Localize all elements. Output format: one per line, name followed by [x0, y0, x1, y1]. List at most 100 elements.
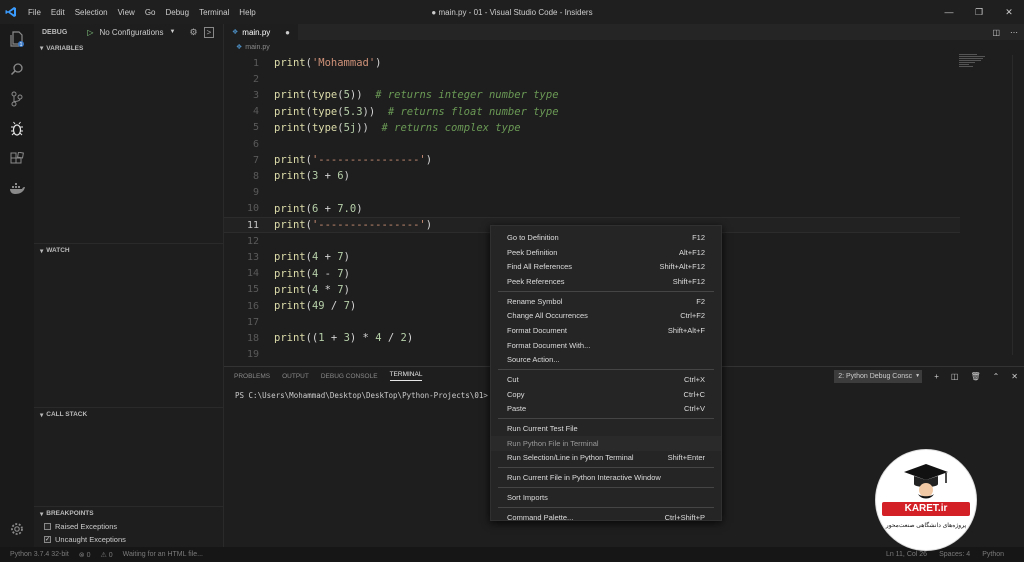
code-text[interactable]: print('----------------') [274, 219, 432, 231]
menu-item-source-action[interactable]: Source Action... [491, 353, 721, 368]
menu-item-paste[interactable]: Paste Ctrl+V [491, 402, 721, 417]
minimap[interactable] [959, 54, 989, 74]
code-line[interactable]: 4 print(type(5.3)) # returns float number… [224, 104, 960, 120]
callstack-section-header[interactable]: ▾ CALL STACK [34, 407, 223, 421]
minimize-icon[interactable]: — [934, 0, 964, 24]
code-text[interactable]: print('Mohammad') [274, 57, 381, 69]
restore-icon[interactable]: ❐ [964, 0, 994, 24]
trash-icon[interactable]: 🗑 [970, 372, 980, 381]
tab-main-py[interactable]: ❖ main.py ● [224, 24, 298, 40]
code-line[interactable]: 6 [224, 136, 960, 152]
menu-debug[interactable]: Debug [165, 8, 189, 17]
menu-item-sort-imports[interactable]: Sort Imports [491, 490, 721, 505]
code-text[interactable]: print(4 * 7) [274, 284, 350, 296]
menu-separator [498, 418, 714, 420]
vertical-scrollbar[interactable] [1012, 55, 1024, 355]
code-line[interactable]: 5 print(type(5j)) # returns complex type [224, 120, 960, 136]
terminal-prompt[interactable]: PS C:\Users\Mohammad\Desktop\DeskTop\Pyt… [235, 391, 488, 400]
menu-item-change-all-occurrences[interactable]: Change All Occurrences Ctrl+F2 [491, 308, 721, 323]
checkbox-checked[interactable]: ✓ [44, 536, 51, 543]
menu-edit[interactable]: Edit [51, 8, 65, 17]
terminal-icon[interactable]: > [203, 26, 215, 38]
terminal-select[interactable]: 2: Python Debug Consc ▼ [834, 369, 923, 383]
code-line[interactable]: 1 print('Mohammad') [224, 55, 960, 71]
warnings-count[interactable]: ⚠ 0 [100, 551, 112, 559]
tab-terminal[interactable]: TERMINAL [389, 371, 423, 381]
code-text[interactable]: print(4 - 7) [274, 268, 350, 280]
cursor-position[interactable]: Ln 11, Col 26 [886, 551, 927, 558]
config-dropdown[interactable]: ▷ No Configurations ▼ [87, 28, 175, 37]
menu-item-command-palette[interactable]: Command Palette... Ctrl+Shift+P [491, 510, 721, 525]
more-actions-icon[interactable]: ⋯ [1010, 28, 1018, 37]
menu-item-label: Peek References [507, 276, 565, 286]
breakpoint-uncaught-exceptions[interactable]: ✓ Uncaught Exceptions [44, 535, 126, 544]
code-text[interactable]: print(type(5j)) # returns complex type [274, 122, 521, 134]
line-number: 1 [252, 57, 259, 69]
code-line[interactable]: 8 print(3 + 6) [224, 168, 960, 184]
unsaved-dot-icon[interactable]: ● [285, 28, 290, 37]
menu-item-copy[interactable]: Copy Ctrl+C [491, 387, 721, 402]
breakpoint-raised-exceptions[interactable]: Raised Exceptions [44, 522, 117, 531]
search-icon[interactable] [0, 54, 34, 84]
menu-view[interactable]: View [118, 8, 135, 17]
close-icon[interactable]: ✕ [994, 0, 1024, 24]
new-terminal-icon[interactable]: + [934, 372, 939, 381]
menu-item-cut[interactable]: Cut Ctrl+X [491, 372, 721, 387]
split-terminal-icon[interactable]: ◫ [951, 372, 959, 381]
tab-debug-console[interactable]: DEBUG CONSOLE [321, 373, 378, 380]
code-line[interactable]: 7 print('----------------') [224, 152, 960, 168]
code-line[interactable]: 2 [224, 71, 960, 87]
code-text[interactable]: print(49 / 7) [274, 300, 356, 312]
menu-item-find-all-references[interactable]: Find All References Shift+Alt+F12 [491, 259, 721, 274]
menu-item-peek-definition[interactable]: Peek Definition Alt+F12 [491, 245, 721, 260]
python-interpreter[interactable]: Python 3.7.4 32-bit [10, 551, 69, 558]
menu-help[interactable]: Help [239, 8, 255, 17]
errors-count[interactable]: ⊗ 0 [79, 551, 91, 559]
menu-selection[interactable]: Selection [75, 8, 108, 17]
tab-output[interactable]: OUTPUT [282, 373, 309, 380]
manage-gear-icon[interactable] [0, 517, 34, 541]
source-control-icon[interactable] [0, 84, 34, 114]
code-line[interactable]: 3 print(type(5)) # returns integer number… [224, 87, 960, 103]
indentation[interactable]: Spaces: 4 [939, 551, 970, 558]
code-text[interactable]: print(4 + 7) [274, 251, 350, 263]
close-panel-icon[interactable]: ✕ [1011, 372, 1018, 381]
code-text[interactable]: print(3 + 6) [274, 170, 350, 182]
chevron-up-icon[interactable]: ⌃ [993, 372, 1000, 381]
menu-file[interactable]: File [28, 8, 41, 17]
menu-terminal[interactable]: Terminal [199, 8, 229, 17]
code-text[interactable]: print((1 + 3) * 4 / 2) [274, 332, 413, 344]
code-text[interactable]: print(type(5)) # returns integer number … [274, 89, 559, 101]
code-text[interactable]: print(type(5.3)) # returns float number … [274, 106, 559, 118]
menu-item-run-selection-line-in-python-terminal[interactable]: Run Selection/Line in Python Terminal Shi… [491, 451, 721, 466]
code-line[interactable]: 9 [224, 185, 960, 201]
menu-item-shortcut: Shift+Alt+F [667, 325, 705, 335]
settings-gear-icon[interactable]: ⚙ [189, 27, 197, 38]
menu-item-label: Cut [507, 375, 519, 385]
split-editor-icon[interactable]: ◫ [992, 28, 1000, 37]
menu-go[interactable]: Go [145, 8, 156, 17]
menu-item-run-python-file-in-terminal[interactable]: Run Python File in Terminal [491, 435, 721, 451]
variables-section-header[interactable]: ▾ VARIABLES [34, 41, 223, 55]
menu-item-peek-references[interactable]: Peek References Shift+F12 [491, 274, 721, 289]
code-text[interactable]: print('----------------') [274, 154, 432, 166]
code-line[interactable]: 10 print(6 + 7.0) [224, 201, 960, 217]
extensions-icon[interactable] [0, 144, 34, 174]
breadcrumb-item[interactable]: main.py [245, 44, 270, 51]
explorer-icon[interactable]: 1 [0, 24, 34, 54]
watch-section-header[interactable]: ▾ WATCH [34, 243, 223, 257]
debug-icon[interactable] [0, 114, 34, 144]
menu-item-run-current-test-file[interactable]: Run Current Test File [491, 421, 721, 436]
menu-item-go-to-definition[interactable]: Go to Definition F12 [491, 230, 721, 245]
menu-item-run-current-file-in-python-interactive-window[interactable]: Run Current File in Python Interactive W… [491, 470, 721, 485]
menu-item-format-document[interactable]: Format Document Shift+Alt+F [491, 323, 721, 338]
menu-item-format-document-with[interactable]: Format Document With... [491, 338, 721, 353]
start-debugging-icon[interactable]: ▷ [87, 28, 93, 37]
language-mode[interactable]: Python [982, 551, 1004, 558]
checkbox[interactable] [44, 523, 51, 530]
code-text[interactable]: print(6 + 7.0) [274, 203, 363, 215]
docker-icon[interactable] [0, 174, 34, 204]
menu-item-rename-symbol[interactable]: Rename Symbol F2 [491, 294, 721, 309]
breakpoints-section-header[interactable]: ▾ BREAKPOINTS [34, 506, 223, 520]
tab-problems[interactable]: PROBLEMS [234, 373, 270, 380]
